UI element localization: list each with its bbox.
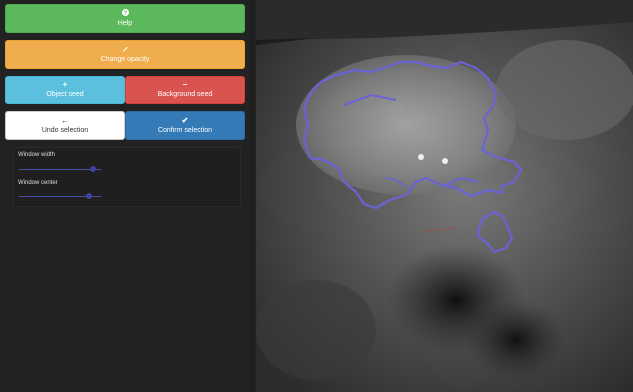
background-seed-label: Background seed — [157, 91, 213, 98]
minus-icon: − — [182, 80, 188, 89]
window-center-handle[interactable] — [85, 193, 92, 199]
change-opacity-label: Change opacity — [100, 56, 150, 63]
checkmark-icon: ✔ — [181, 115, 189, 125]
change-opacity-button[interactable]: Change opacity — [5, 40, 245, 69]
background-seed-button[interactable]: − Background seed — [125, 76, 245, 104]
help-label: Help — [117, 20, 133, 27]
object-seed-button[interactable]: + Object seed — [5, 76, 125, 104]
confirm-selection-label: Confirm selection — [157, 126, 213, 134]
window-width-label: Window width — [18, 152, 56, 158]
window-sliders-panel: Window width Window center — [13, 147, 241, 207]
undo-selection-button[interactable]: ← Undo selection — [5, 111, 125, 140]
window-center-slider[interactable] — [19, 193, 101, 199]
undo-selection-label: Undo selection — [41, 126, 89, 134]
image-viewer[interactable] — [256, 0, 633, 392]
question-circle-icon: ? — [121, 9, 129, 18]
control-panel: ? Help Change opacity + Object seed − Ba… — [0, 0, 253, 392]
svg-text:?: ? — [123, 11, 127, 16]
help-button[interactable]: ? Help — [5, 4, 245, 33]
pencil-icon — [122, 45, 129, 54]
arrow-left-icon: ← — [61, 115, 69, 125]
plus-icon: + — [62, 80, 68, 89]
window-width-slider[interactable] — [19, 166, 101, 172]
confirm-selection-button[interactable]: ✔ Confirm selection — [125, 111, 245, 140]
ct-scan-canvas[interactable] — [256, 0, 633, 392]
object-seed-label: Object seed — [46, 91, 84, 98]
window-center-label: Window center — [18, 180, 58, 186]
window-width-handle[interactable] — [89, 166, 96, 172]
